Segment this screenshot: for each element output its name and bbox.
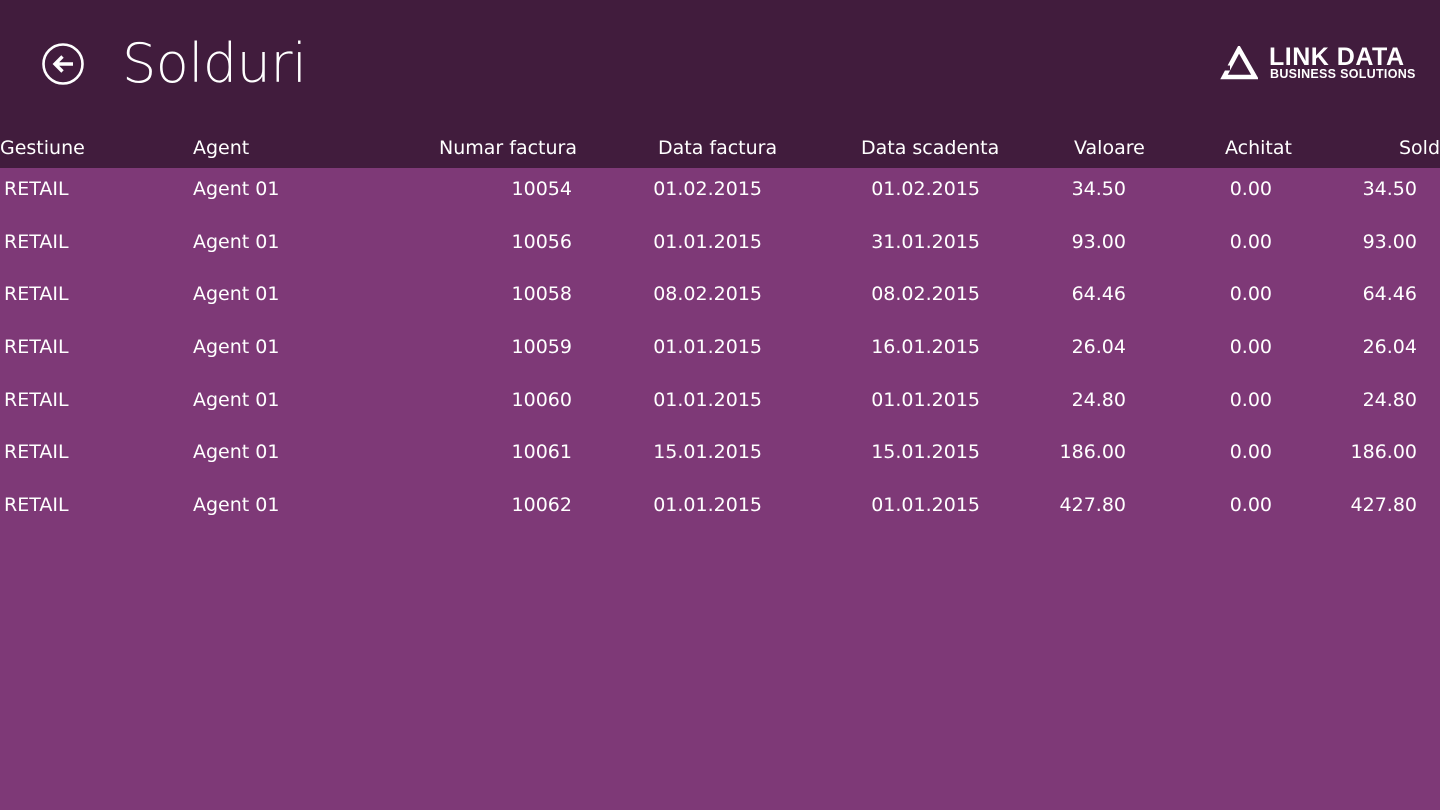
cell-achitat: 0.00 bbox=[1229, 441, 1272, 464]
cell-sold: 64.46 bbox=[1362, 283, 1417, 306]
cell-data-factura: 15.01.2015 bbox=[653, 441, 762, 464]
cell-data-scadenta: 01.01.2015 bbox=[871, 388, 980, 411]
invoice-table-body: RETAIL Agent 01 10054 01.02.2015 01.02.2… bbox=[0, 168, 1440, 537]
cell-agent: Agent 01 bbox=[193, 230, 280, 253]
cell-numar-factura: 10062 bbox=[511, 494, 572, 517]
cell-achitat: 0.00 bbox=[1229, 336, 1272, 359]
cell-data-factura: 08.02.2015 bbox=[653, 283, 762, 306]
cell-valoare: 64.46 bbox=[1071, 283, 1126, 306]
cell-data-scadenta: 15.01.2015 bbox=[871, 441, 980, 464]
cell-data-factura: 01.01.2015 bbox=[653, 336, 762, 359]
column-header-achitat[interactable]: Achitat bbox=[1225, 128, 1335, 168]
cell-sold: 26.04 bbox=[1362, 336, 1417, 359]
cell-numar-factura: 10060 bbox=[511, 388, 572, 411]
cell-numar-factura: 10059 bbox=[511, 336, 572, 359]
cell-achitat: 0.00 bbox=[1229, 178, 1272, 200]
column-header-valoare[interactable]: Valoare bbox=[1074, 128, 1186, 168]
cell-gestiune: RETAIL bbox=[4, 230, 69, 253]
cell-gestiune: RETAIL bbox=[4, 388, 69, 411]
column-header-data-scadenta[interactable]: Data scadenta bbox=[861, 128, 1031, 168]
column-header-agent[interactable]: Agent bbox=[193, 128, 393, 168]
cell-sold: 34.50 bbox=[1362, 178, 1417, 200]
table-row[interactable]: RETAIL Agent 01 10060 01.01.2015 01.01.2… bbox=[0, 379, 1440, 432]
table-row[interactable]: RETAIL Agent 01 10056 01.01.2015 31.01.2… bbox=[0, 221, 1440, 274]
cell-gestiune: RETAIL bbox=[4, 494, 69, 517]
cell-sold: 427.80 bbox=[1350, 494, 1417, 517]
cell-data-factura: 01.01.2015 bbox=[653, 494, 762, 517]
cell-agent: Agent 01 bbox=[193, 441, 280, 464]
cell-valoare: 34.50 bbox=[1071, 178, 1126, 200]
link-data-logo: LINK DATA BUSINESS SOLUTIONS bbox=[1220, 43, 1420, 83]
back-button[interactable] bbox=[42, 43, 84, 85]
cell-gestiune: RETAIL bbox=[4, 336, 69, 359]
cell-data-factura: 01.01.2015 bbox=[653, 230, 762, 253]
arrow-left-circle-icon bbox=[42, 43, 84, 85]
column-header-data-factura[interactable]: Data factura bbox=[658, 128, 808, 168]
cell-achitat: 0.00 bbox=[1229, 494, 1272, 517]
cell-data-scadenta: 01.01.2015 bbox=[871, 494, 980, 517]
cell-numar-factura: 10058 bbox=[511, 283, 572, 306]
cell-numar-factura: 10061 bbox=[511, 441, 572, 464]
table-header: Gestiune Agent Numar factura Data factur… bbox=[0, 128, 1440, 168]
cell-valoare: 26.04 bbox=[1071, 336, 1126, 359]
table-row[interactable]: RETAIL Agent 01 10062 01.01.2015 01.01.2… bbox=[0, 484, 1440, 537]
cell-achitat: 0.00 bbox=[1229, 283, 1272, 306]
cell-sold: 186.00 bbox=[1350, 441, 1417, 464]
cell-sold: 93.00 bbox=[1362, 230, 1417, 253]
column-header-sold[interactable]: Sold bbox=[1399, 128, 1440, 168]
cell-valoare: 427.80 bbox=[1059, 494, 1126, 517]
cell-data-scadenta: 08.02.2015 bbox=[871, 283, 980, 306]
cell-agent: Agent 01 bbox=[193, 336, 280, 359]
page-title: Solduri bbox=[122, 32, 307, 95]
cell-data-factura: 01.01.2015 bbox=[653, 388, 762, 411]
logo-tagline: BUSINESS SOLUTIONS bbox=[1270, 67, 1416, 81]
column-header-gestiune[interactable]: Gestiune bbox=[0, 128, 180, 168]
cell-valoare: 186.00 bbox=[1059, 441, 1126, 464]
cell-gestiune: RETAIL bbox=[4, 441, 69, 464]
cell-data-scadenta: 01.02.2015 bbox=[871, 178, 980, 200]
cell-agent: Agent 01 bbox=[193, 178, 280, 200]
table-row[interactable]: RETAIL Agent 01 10059 01.01.2015 16.01.2… bbox=[0, 326, 1440, 379]
cell-valoare: 93.00 bbox=[1071, 230, 1126, 253]
cell-agent: Agent 01 bbox=[193, 388, 280, 411]
cell-valoare: 24.80 bbox=[1071, 388, 1126, 411]
cell-numar-factura: 10054 bbox=[511, 178, 572, 200]
cell-sold: 24.80 bbox=[1362, 388, 1417, 411]
table-row[interactable]: RETAIL Agent 01 10058 08.02.2015 08.02.2… bbox=[0, 273, 1440, 326]
cell-agent: Agent 01 bbox=[193, 494, 280, 517]
cell-data-scadenta: 16.01.2015 bbox=[871, 336, 980, 359]
table-row[interactable]: RETAIL Agent 01 10054 01.02.2015 01.02.2… bbox=[0, 168, 1440, 221]
cell-numar-factura: 10056 bbox=[511, 230, 572, 253]
table-row[interactable]: RETAIL Agent 01 10061 15.01.2015 15.01.2… bbox=[0, 431, 1440, 484]
cell-gestiune: RETAIL bbox=[4, 178, 69, 200]
column-header-numar-factura[interactable]: Numar factura bbox=[400, 128, 577, 168]
cell-agent: Agent 01 bbox=[193, 283, 280, 306]
cell-gestiune: RETAIL bbox=[4, 283, 69, 306]
cell-data-scadenta: 31.01.2015 bbox=[871, 230, 980, 253]
app-header: Solduri LINK DATA BUSINESS SOLUTIONS Ges… bbox=[0, 0, 1440, 168]
cell-achitat: 0.00 bbox=[1229, 388, 1272, 411]
cell-data-factura: 01.02.2015 bbox=[653, 178, 762, 200]
logo-triangle-icon bbox=[1220, 46, 1258, 80]
cell-achitat: 0.00 bbox=[1229, 230, 1272, 253]
